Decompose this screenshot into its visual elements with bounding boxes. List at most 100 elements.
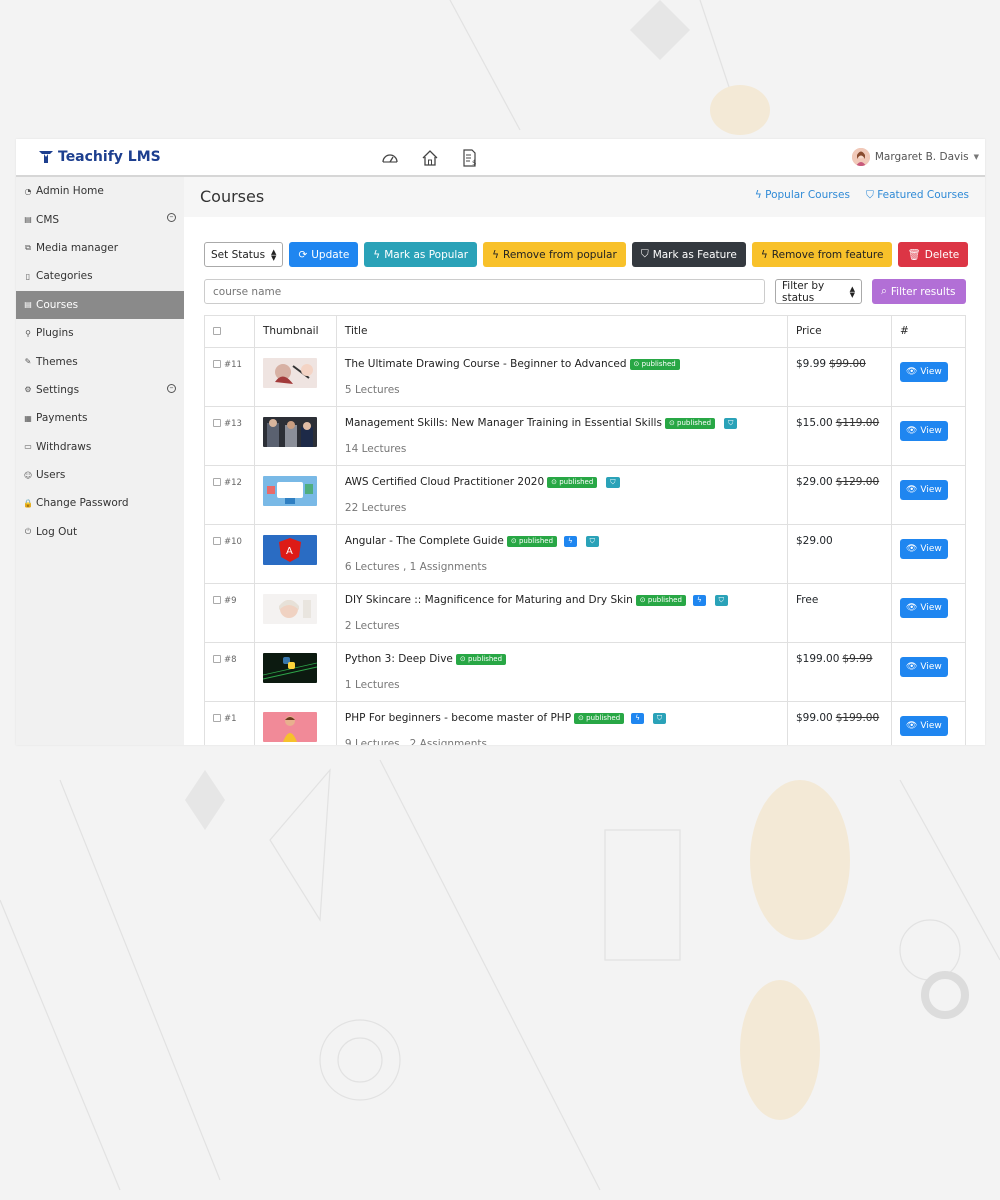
bulk-action-toolbar: Set Status ▲ ▼ ⟳ Update ϟ Mark as Popular… <box>204 242 969 267</box>
featured-badge: ⛉ <box>585 535 599 547</box>
view-button[interactable]: 👁 View <box>899 657 948 677</box>
price-cell: Free <box>787 583 892 643</box>
expand-circle-icon[interactable]: – <box>167 383 176 393</box>
published-badge: ⊙ published <box>574 712 625 724</box>
sidebar-item-categories[interactable]: ▯ Categories <box>16 262 184 290</box>
current-price: $29.00 <box>796 476 833 488</box>
dashboard-gauge-icon[interactable] <box>381 149 399 167</box>
course-thumbnail-image[interactable]: A <box>262 535 317 565</box>
course-title[interactable]: DIY Skincare :: Magnificence for Maturin… <box>345 594 633 606</box>
course-title[interactable]: Management Skills: New Manager Training … <box>345 417 662 429</box>
published-label: published <box>586 713 621 722</box>
check-circle-icon: ⊙ <box>510 536 517 545</box>
sidebar-item-courses[interactable]: ▤ Courses <box>16 290 184 319</box>
row-checkbox[interactable] <box>213 655 221 663</box>
table-header-row: Thumbnail Title Price # <box>204 315 967 348</box>
sidebar-item-cms[interactable]: ▤ CMS – <box>16 205 184 233</box>
select-arrows-icon: ▲ ▼ <box>849 284 855 299</box>
thumbnail-cell <box>253 583 337 643</box>
filter-status-select[interactable]: Filter by status ▲ ▼ <box>775 279 862 304</box>
set-status-select[interactable]: Set Status ▲ ▼ <box>204 242 284 267</box>
select-all-checkbox[interactable] <box>213 327 221 335</box>
eye-icon: 👁 <box>905 544 918 554</box>
action-cell: 👁 View <box>890 583 967 643</box>
user-menu[interactable]: Margaret B. Davis ▼ <box>851 148 979 166</box>
sidebar-item-admin-home[interactable]: ◔ Admin Home <box>16 177 184 205</box>
themes-icon: ✎ <box>24 357 32 367</box>
mark-popular-button[interactable]: ϟ Mark as Popular <box>364 242 478 267</box>
course-name-input[interactable] <box>204 279 765 304</box>
title-cell: AWS Certified Cloud Practitioner 2020 ⊙ p… <box>335 465 789 525</box>
sidebar-item-users[interactable]: ☺ Users <box>16 461 184 489</box>
course-thumbnail-image[interactable] <box>262 653 317 683</box>
user-avatar <box>851 148 870 166</box>
row-checkbox[interactable] <box>213 537 221 545</box>
course-id: #10 <box>224 537 242 547</box>
invoice-icon[interactable]: $ <box>461 149 479 167</box>
course-title[interactable]: PHP For beginners - become master of PHP <box>345 712 571 724</box>
delete-button[interactable]: 🗑 Delete <box>898 242 969 267</box>
eye-icon: 👁 <box>905 426 918 436</box>
featured-courses-link[interactable]: ⛉ Featured Courses <box>866 189 969 202</box>
sidebar-item-payments[interactable]: ▦ Payments <box>16 404 184 432</box>
home-icon[interactable] <box>421 149 439 167</box>
search-icon: ⌕ <box>881 285 887 297</box>
course-thumbnail-image[interactable] <box>262 417 317 447</box>
course-thumbnail-image[interactable] <box>262 358 317 388</box>
course-title[interactable]: AWS Certified Cloud Practitioner 2020 <box>345 476 544 488</box>
sidebar-item-log-out[interactable]: ⏻ Log Out <box>16 518 184 546</box>
update-label: Update <box>311 248 350 261</box>
thumbnail-cell <box>253 465 337 525</box>
remove-popular-button[interactable]: ϟ Remove from popular <box>483 242 626 267</box>
course-title[interactable]: Angular - The Complete Guide <box>345 535 504 547</box>
popular-courses-link[interactable]: ϟ Popular Courses <box>755 189 850 202</box>
sidebar-item-themes[interactable]: ✎ Themes <box>16 347 184 375</box>
sidebar-item-media-manager[interactable]: ⧉ Media manager <box>16 234 184 262</box>
remove-feature-button[interactable]: ϟ Remove from feature <box>751 242 893 267</box>
eye-icon: 👁 <box>905 721 918 731</box>
course-meta: 1 Lectures <box>344 679 400 691</box>
sidebar-item-label: Themes <box>36 355 78 368</box>
view-button[interactable]: 👁 View <box>899 539 948 559</box>
thumbnail-cell <box>253 406 337 466</box>
course-thumbnail-image[interactable] <box>262 594 317 624</box>
sidebar-item-change-password[interactable]: 🔒 Change Password <box>16 489 184 517</box>
row-checkbox[interactable] <box>213 360 221 368</box>
popular-courses-label: Popular Courses <box>765 189 850 201</box>
table-row: #13 Management Skills: New Manager Traini… <box>204 406 967 466</box>
row-checkbox[interactable] <box>213 714 221 722</box>
update-button[interactable]: ⟳ Update <box>289 242 359 267</box>
thumbnail-cell <box>253 701 337 745</box>
header-links: ϟ Popular Courses ⛉ Featured Courses <box>755 189 969 202</box>
page-header: Courses ϟ Popular Courses ⛉ Featured Cou… <box>184 177 985 217</box>
view-button[interactable]: 👁 View <box>899 480 948 500</box>
sidebar-item-settings[interactable]: ⚙ Settings – <box>16 376 184 404</box>
view-button[interactable]: 👁 View <box>899 598 948 618</box>
bolt-icon: ϟ <box>760 248 768 261</box>
view-label: View <box>920 603 942 613</box>
row-checkbox[interactable] <box>213 478 221 486</box>
header-thumbnail: Thumbnail <box>253 315 337 348</box>
view-button[interactable]: 👁 View <box>899 716 948 736</box>
course-thumbnail-image[interactable] <box>262 712 317 742</box>
course-thumbnail-image[interactable] <box>262 476 317 506</box>
view-button[interactable]: 👁 View <box>899 421 948 441</box>
row-checkbox[interactable] <box>213 419 221 427</box>
row-checkbox[interactable] <box>213 596 221 604</box>
eye-icon: 👁 <box>905 662 918 672</box>
filter-results-button[interactable]: ⌕ Filter results <box>872 279 966 304</box>
expand-circle-icon[interactable]: – <box>167 213 176 223</box>
current-price: $99.00 <box>796 712 833 724</box>
course-title[interactable]: Python 3: Deep Dive <box>345 653 453 665</box>
sidebar-item-plugins[interactable]: ⚲ Plugins <box>16 319 184 347</box>
page-title: Courses <box>200 187 265 206</box>
course-title[interactable]: The Ultimate Drawing Course - Beginner t… <box>345 358 627 370</box>
view-label: View <box>920 485 942 495</box>
original-price: $119.00 <box>835 417 880 429</box>
header-action: # <box>890 315 967 348</box>
brand-logo[interactable]: Teachify LMS <box>38 149 161 165</box>
mark-feature-button[interactable]: ⛉ Mark as Feature <box>631 242 746 267</box>
sidebar-item-withdraws[interactable]: ▭ Withdraws <box>16 433 184 461</box>
original-price: $199.00 <box>835 712 880 724</box>
view-button[interactable]: 👁 View <box>899 362 948 382</box>
